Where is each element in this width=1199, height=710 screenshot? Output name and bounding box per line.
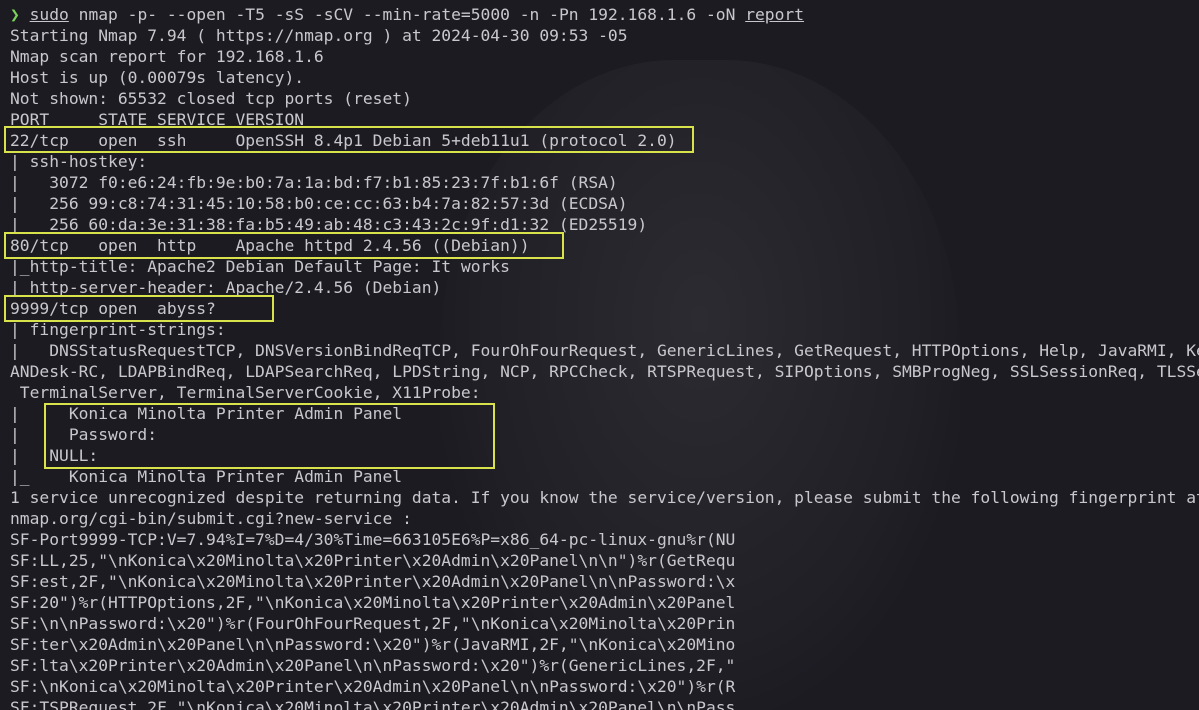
output-line: | 3072 f0:e6:24:fb:9e:b0:7a:1a:bd:f7:b1:… bbox=[10, 173, 618, 192]
output-line: SF:ter\x20Admin\x20Panel\n\nPassword:\x2… bbox=[10, 635, 736, 654]
output-line: 22/tcp open ssh OpenSSH 8.4p1 Debian 5+d… bbox=[10, 131, 677, 150]
command-sudo: sudo bbox=[29, 5, 69, 24]
output-line: 1 service unrecognized despite returning… bbox=[10, 488, 1199, 507]
output-line: TerminalServer, TerminalServerCookie, X1… bbox=[10, 383, 481, 402]
output-line: ANDesk-RC, LDAPBindReq, LDAPSearchReq, L… bbox=[10, 362, 1199, 381]
output-line: |_http-title: Apache2 Debian Default Pag… bbox=[10, 257, 510, 276]
output-line: | 256 99:c8:74:31:45:10:58:b0:ce:cc:63:b… bbox=[10, 194, 628, 213]
output-line: |_http-server-header: Apache/2.4.56 (Deb… bbox=[10, 278, 442, 297]
command-output-file: report bbox=[745, 5, 805, 24]
output-line: 9999/tcp open abyss? bbox=[10, 299, 216, 318]
output-line: 80/tcp open http Apache httpd 2.4.56 ((D… bbox=[10, 236, 530, 255]
output-line: SF-Port9999-TCP:V=7.94%I=7%D=4/30%Time=6… bbox=[10, 530, 736, 549]
terminal-window[interactable]: ❯ sudo nmap -p- --open -T5 -sS -sCV --mi… bbox=[0, 0, 1199, 710]
output-line: | NULL: bbox=[10, 446, 99, 465]
output-line: |_ 256 60:da:3e:31:38:fa:b5:49:ab:48:c3:… bbox=[10, 215, 648, 234]
output-line: Nmap scan report for 192.168.1.6 bbox=[10, 47, 324, 66]
command-args: nmap -p- --open -T5 -sS -sCV --min-rate=… bbox=[68, 5, 746, 24]
output-line: SF:\nKonica\x20Minolta\x20Printer\x20Adm… bbox=[10, 677, 736, 696]
output-line: nmap.org/cgi-bin/submit.cgi?new-service … bbox=[10, 509, 412, 528]
output-line: | fingerprint-strings: bbox=[10, 320, 226, 339]
output-line: | Password: bbox=[10, 425, 158, 444]
output-line: PORT STATE SERVICE VERSION bbox=[10, 110, 305, 129]
output-line: Starting Nmap 7.94 ( https://nmap.org ) … bbox=[10, 26, 628, 45]
output-line: SF:est,2F,"\nKonica\x20Minolta\x20Printe… bbox=[10, 572, 736, 591]
output-line: SF:lta\x20Printer\x20Admin\x20Panel\n\nP… bbox=[10, 656, 736, 675]
output-line: SF:20")%r(HTTPOptions,2F,"\nKonica\x20Mi… bbox=[10, 593, 736, 612]
output-line: Not shown: 65532 closed tcp ports (reset… bbox=[10, 89, 412, 108]
output-line: SF:TSPRequest,2F,"\nKonica\x20Minolta\x2… bbox=[10, 698, 736, 710]
output-line: Host is up (0.00079s latency). bbox=[10, 68, 305, 87]
prompt-arrow-icon: ❯ bbox=[10, 5, 20, 24]
output-line: | DNSStatusRequestTCP, DNSVersionBindReq… bbox=[10, 341, 1199, 360]
output-line: SF:LL,25,"\nKonica\x20Minolta\x20Printer… bbox=[10, 551, 736, 570]
output-line: | Konica Minolta Printer Admin Panel bbox=[10, 404, 403, 423]
output-line: SF:\n\nPassword:\x20")%r(FourOhFourReque… bbox=[10, 614, 736, 633]
output-line: |_ Konica Minolta Printer Admin Panel bbox=[10, 467, 403, 486]
command-line: ❯ sudo nmap -p- --open -T5 -sS -sCV --mi… bbox=[10, 4, 804, 25]
output-line: | ssh-hostkey: bbox=[10, 152, 148, 171]
